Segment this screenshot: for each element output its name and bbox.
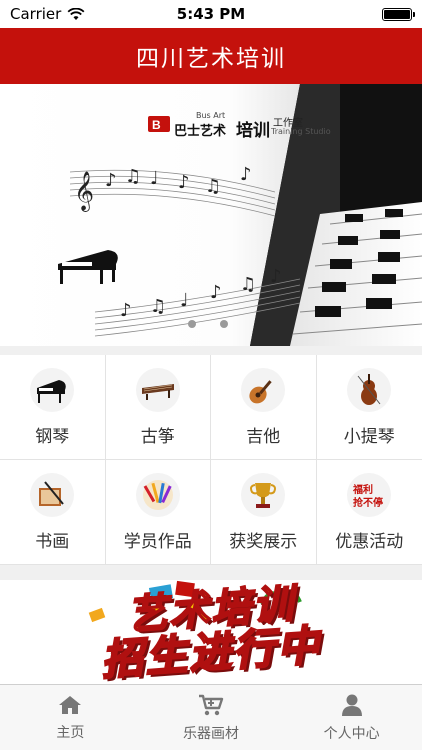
category-grid: 钢琴 古筝 吉他 小提琴 书画 学员作品 获奖展示 福利 抢不停 优惠活动 xyxy=(0,355,422,565)
logo-cn: 巴士艺术 xyxy=(174,124,227,139)
logo-en-top: Bus Art xyxy=(196,111,226,120)
svg-text:♫: ♫ xyxy=(125,166,141,187)
logo-studio-en: Training Studio xyxy=(271,127,331,136)
category-label: 学员作品 xyxy=(123,531,192,552)
svg-text:♪: ♪ xyxy=(210,282,222,303)
promo-line2: 招生进行中 xyxy=(99,619,324,684)
page-indicator[interactable] xyxy=(188,320,228,328)
category-label: 书画 xyxy=(35,531,70,552)
tab-profile[interactable]: 个人中心 xyxy=(281,685,422,750)
brushes-icon xyxy=(135,472,180,517)
carrier-label: Carrier xyxy=(10,5,62,23)
home-icon xyxy=(59,695,82,714)
wifi-icon xyxy=(67,7,85,20)
person-icon xyxy=(341,694,362,716)
svg-text:抢不停: 抢不停 xyxy=(353,496,383,509)
tab-bar: 主页 乐器画材 个人中心 xyxy=(0,684,422,750)
category-label: 优惠活动 xyxy=(335,531,404,552)
banner-carousel[interactable]: 𝄞 ♪ ♫ ♩ ♪ ♫ ♪ ♪ ♫ ♩ ♪ ♫ ♪ B Bus Art 巴士艺术 xyxy=(0,84,422,346)
page-dot[interactable] xyxy=(188,320,196,328)
category-piano[interactable]: 钢琴 xyxy=(0,355,106,460)
category-label: 吉他 xyxy=(246,426,281,447)
discount-icon: 福利 抢不停 xyxy=(347,472,392,517)
category-label: 古筝 xyxy=(140,426,175,447)
category-calligraphy[interactable]: 书画 xyxy=(0,460,106,565)
trophy-icon xyxy=(241,472,286,517)
svg-text:♪: ♪ xyxy=(178,172,190,193)
category-label: 获奖展示 xyxy=(229,531,298,552)
tab-label: 个人中心 xyxy=(323,725,380,742)
category-label: 小提琴 xyxy=(343,426,395,447)
page-title: 四川艺术培训 xyxy=(136,46,286,72)
category-promotions[interactable]: 福利 抢不停 优惠活动 xyxy=(316,460,422,565)
svg-text:𝄞: 𝄞 xyxy=(74,171,94,212)
category-violin[interactable]: 小提琴 xyxy=(316,355,422,460)
tab-home[interactable]: 主页 xyxy=(0,685,141,750)
status-left: Carrier xyxy=(10,5,85,23)
svg-text:♪: ♪ xyxy=(240,164,252,185)
logo-peixun: 培训 xyxy=(236,121,270,141)
page-dot[interactable] xyxy=(220,320,228,328)
svg-text:♪: ♪ xyxy=(105,170,117,191)
svg-text:♪: ♪ xyxy=(120,300,132,321)
guitar-icon xyxy=(241,367,286,412)
category-guitar[interactable]: 吉他 xyxy=(211,355,317,460)
svg-text:♫: ♫ xyxy=(240,274,256,295)
svg-text:♩: ♩ xyxy=(180,290,189,311)
svg-text:♫: ♫ xyxy=(150,296,166,317)
category-label: 钢琴 xyxy=(35,426,70,447)
svg-text:♩: ♩ xyxy=(150,168,159,189)
svg-text:B: B xyxy=(152,118,161,132)
svg-text:♪: ♪ xyxy=(270,266,282,287)
category-awards[interactable]: 获奖展示 xyxy=(211,460,317,565)
nav-bar: 四川艺术培训 xyxy=(0,28,422,84)
category-student-works[interactable]: 学员作品 xyxy=(105,460,211,565)
status-bar: Carrier 5:43 PM xyxy=(0,0,422,28)
battery-icon xyxy=(382,7,415,21)
calligraphy-icon xyxy=(30,472,75,517)
piano-icon xyxy=(30,367,75,412)
violin-icon xyxy=(347,367,392,412)
category-guzheng[interactable]: 古筝 xyxy=(105,355,211,460)
tab-label: 乐器画材 xyxy=(183,725,239,742)
svg-text:♫: ♫ xyxy=(205,176,221,197)
guzheng-icon xyxy=(135,367,180,412)
tab-instruments[interactable]: 乐器画材 xyxy=(141,685,282,750)
promo-banner[interactable]: 艺术培训 招生进行中 xyxy=(0,580,422,684)
svg-text:福利: 福利 xyxy=(352,483,373,496)
tab-label: 主页 xyxy=(56,724,85,741)
cart-icon xyxy=(199,694,224,715)
